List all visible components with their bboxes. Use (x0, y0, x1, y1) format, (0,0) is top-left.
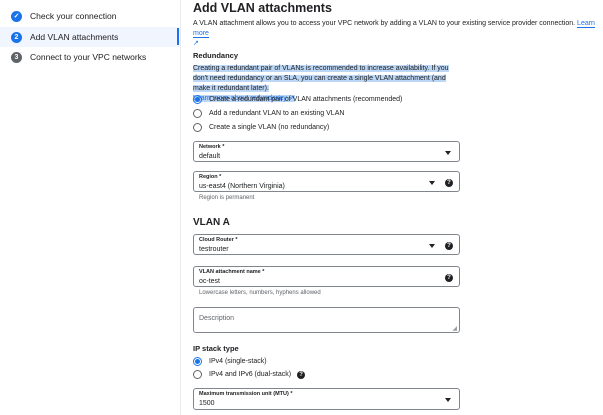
cloud-router-select[interactable]: Cloud Router * testrouter? (193, 234, 460, 255)
step-number-icon: 3 (11, 51, 22, 63)
radio-label: IPv4 and IPv6 (dual-stack) (209, 371, 292, 378)
region-select[interactable]: Region * us-east4 (Northern Virginia)? (193, 171, 460, 192)
network-select[interactable]: Network * default (193, 141, 460, 162)
dropdown-arrow-icon (445, 151, 451, 155)
radio-ipv4[interactable]: IPv4 (single-stack) (193, 357, 267, 366)
vlan-a-heading: VLAN A (193, 217, 230, 228)
vlan-name-hint: Lowercase letters, numbers, hyphens allo… (199, 290, 321, 296)
radio-add-redundant[interactable]: Add a redundant VLAN to an existing VLAN (193, 109, 344, 118)
dropdown-arrow-icon (429, 244, 435, 248)
step-label: Connect to your VPC networks (30, 52, 147, 62)
radio-unselected[interactable] (193, 370, 202, 379)
mtu-select[interactable]: Maximum transmission unit (MTU) * 1500 (193, 388, 460, 410)
dropdown-arrow-icon (445, 398, 451, 402)
step-add-vlan[interactable]: 2 Add VLAN attachments (0, 27, 180, 47)
description-text: A VLAN attachment allows you to access y… (193, 20, 576, 27)
description-textarea[interactable]: Description ◢ (193, 307, 460, 333)
field-label: VLAN attachment name * (199, 269, 265, 275)
radio-unselected[interactable] (193, 109, 202, 118)
redundancy-heading: Redundancy (193, 51, 239, 60)
field-label: Network * (199, 144, 225, 150)
help-icon[interactable]: ? (297, 370, 306, 379)
radio-label: Add a redundant VLAN to an existing VLAN (209, 110, 345, 117)
external-link-icon[interactable]: ↗ (193, 40, 199, 47)
stepper-sidebar: ✓ Check your connection 2 Add VLAN attachm… (0, 0, 181, 415)
page-title: Add VLAN attachments (193, 1, 332, 15)
dropdown-arrow-icon (429, 181, 435, 185)
radio-dual-stack[interactable]: IPv4 and IPv6 (dual-stack)? (193, 370, 306, 379)
field-value: 1500 (199, 400, 215, 407)
field-value: testrouter (199, 246, 229, 253)
field-label: Maximum transmission unit (MTU) * (199, 391, 293, 397)
redundancy-text: Creating a redundant pair of VLANs is re… (193, 65, 449, 92)
region-hint: Region is permanent (199, 195, 255, 201)
radio-label: Create a single VLAN (no redundancy) (209, 124, 330, 131)
radio-label: Create a redundant pair of VLAN attachme… (209, 96, 403, 103)
step-label: Add VLAN attachments (30, 32, 119, 42)
radio-selected[interactable] (193, 95, 202, 104)
radio-label: IPv4 (single-stack) (209, 358, 267, 365)
step-connect-vpc[interactable]: 3 Connect to your VPC networks (0, 47, 180, 67)
field-value: oc-test (199, 278, 221, 285)
radio-selected[interactable] (193, 357, 202, 366)
help-icon[interactable]: ? (445, 274, 453, 282)
radio-redundant-pair[interactable]: Create a redundant pair of VLAN attachme… (193, 95, 402, 104)
resize-handle-icon[interactable]: ◢ (452, 325, 457, 332)
step-label: Check your connection (30, 11, 117, 21)
field-value: default (199, 153, 221, 160)
field-label: Region * (199, 174, 222, 180)
help-icon[interactable]: ? (445, 179, 453, 187)
vlan-name-input[interactable]: VLAN attachment name * oc-test? (193, 266, 460, 287)
field-label: Cloud Router * (199, 237, 238, 243)
active-step-indicator (177, 28, 179, 45)
radio-unselected[interactable] (193, 123, 202, 132)
ip-stack-heading: IP stack type (193, 344, 239, 353)
radio-single-vlan[interactable]: Create a single VLAN (no redundancy) (193, 123, 329, 132)
placeholder: Description (199, 315, 235, 322)
page-description: A VLAN attachment allows you to access y… (193, 19, 603, 49)
help-icon[interactable]: ? (445, 242, 453, 250)
step-check-connection[interactable]: ✓ Check your connection (0, 6, 180, 26)
check-icon: ✓ (11, 10, 22, 22)
field-value: us-east4 (Northern Virginia) (199, 183, 285, 190)
step-number-icon: 2 (11, 31, 22, 43)
